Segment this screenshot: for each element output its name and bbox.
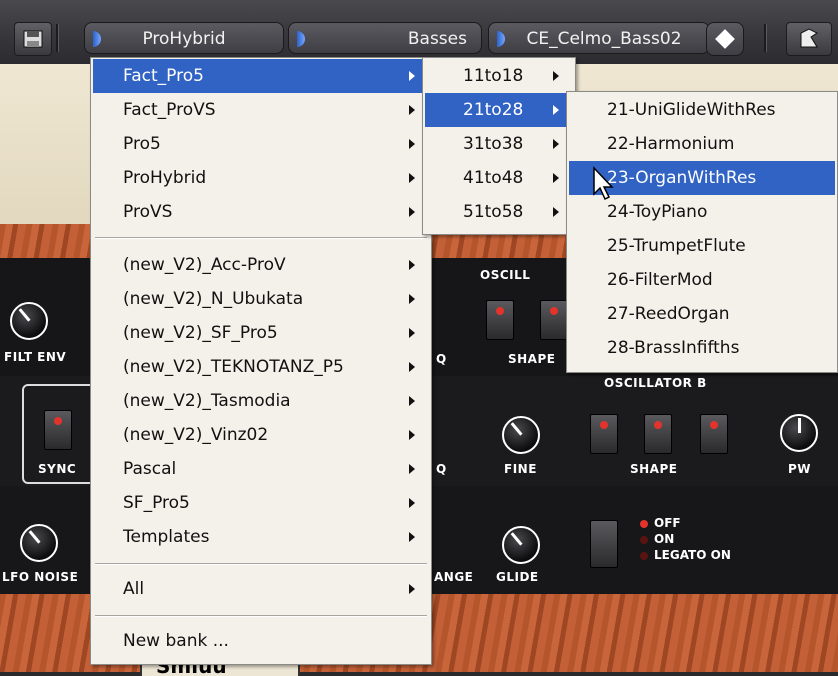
browse-icon[interactable] — [786, 22, 832, 56]
submenu-arrow-icon — [409, 396, 415, 406]
osc-b-shape-label: SHAPE — [630, 462, 678, 476]
range-menu-item[interactable]: 41to48 — [425, 161, 573, 195]
range-menu-item[interactable]: 31to38 — [425, 127, 573, 161]
glide-knob[interactable] — [502, 526, 540, 564]
submenu-arrow-icon — [409, 362, 415, 372]
submenu-arrow-icon — [409, 207, 415, 217]
preset-menu-item[interactable]: 21-UniGlideWithRes — [569, 93, 835, 127]
fine-knob[interactable] — [502, 416, 540, 454]
bank-menu-item[interactable]: Pro5 — [93, 127, 429, 161]
osc-a-label: OSCILL — [480, 268, 531, 282]
user-bank-menu-item[interactable]: (new_V2)_N_Ubukata — [93, 282, 429, 316]
user-bank-menu-item[interactable]: SF_Pro5 — [93, 486, 429, 520]
range-menu-item[interactable]: 11to18 — [425, 59, 573, 93]
preset-menu-item[interactable]: 25-TrumpetFlute — [569, 229, 835, 263]
osc-a-shape-saw-switch[interactable] — [486, 300, 514, 340]
filt-env-label: FILT ENV — [4, 350, 67, 364]
bank-menu-item[interactable]: ProHybrid — [93, 161, 429, 195]
preset-toolbar: ProHybrid Basses CE_Celmo_Bass02 — [0, 0, 838, 65]
submenu-arrow-icon — [409, 498, 415, 508]
preset-selector-label: CE_Celmo_Bass02 — [526, 29, 682, 49]
submenu-arrow-icon — [409, 430, 415, 440]
preset-menu-item[interactable]: 22-Harmonium — [569, 127, 835, 161]
submenu-arrow-icon — [409, 105, 415, 115]
mouse-pointer-icon — [593, 166, 614, 201]
glide-mode-off: OFF — [640, 516, 681, 530]
menu-separator — [95, 237, 427, 239]
preset-menu-item[interactable]: 26-FilterMod — [569, 263, 835, 297]
submenu-arrow-icon — [409, 260, 415, 270]
osc-a-shape-label: SHAPE — [508, 352, 556, 366]
user-bank-menu-item[interactable]: (new_V2)_Acc-ProV — [93, 248, 429, 282]
pw-label: PW — [788, 462, 812, 476]
osc-b-shape-saw-switch[interactable] — [590, 414, 618, 454]
lfo-noise-knob[interactable] — [20, 524, 58, 562]
bank-menu-item[interactable]: Fact_ProVS — [93, 93, 429, 127]
user-bank-menu-item[interactable]: Pascal — [93, 452, 429, 486]
user-bank-menu-item[interactable]: (new_V2)_TEKNOTANZ_P5 — [93, 350, 429, 384]
user-bank-menu-item[interactable]: (new_V2)_Tasmodia — [93, 384, 429, 418]
preset-menu-item[interactable]: 28-BrassInfifths — [569, 331, 835, 365]
submenu-arrow-icon — [553, 207, 559, 217]
pw-knob[interactable] — [780, 414, 818, 452]
range-submenu: 11to18 21to28 31to38 41to48 51to58 — [422, 57, 576, 235]
submenu-arrow-icon — [553, 71, 559, 81]
menu-separator — [95, 563, 427, 565]
osc-b-label: OSCILLATOR B — [604, 376, 707, 390]
save-preset-icon[interactable] — [14, 22, 52, 56]
bank-menu: Fact_Pro5 Fact_ProVS Pro5 ProHybrid ProV… — [90, 57, 432, 665]
category-selector[interactable]: Basses — [288, 22, 482, 54]
submenu-arrow-icon — [409, 139, 415, 149]
fine-label: FINE — [504, 462, 537, 476]
sync-switch[interactable] — [44, 410, 72, 450]
submenu-arrow-icon — [553, 173, 559, 183]
menu-separator — [95, 615, 427, 617]
new-bank-menu-item[interactable]: New bank ... — [93, 624, 429, 658]
q-label: Q — [436, 352, 447, 366]
q2-label: Q — [436, 462, 447, 476]
all-banks-menu-item[interactable]: All — [93, 572, 429, 606]
toolbar-separator — [56, 24, 59, 52]
bank-menu-item[interactable]: ProVS — [93, 195, 429, 229]
submenu-arrow-icon — [409, 294, 415, 304]
preset-menu-item[interactable]: 27-ReedOrgan — [569, 297, 835, 331]
toolbar-separator — [764, 24, 767, 52]
sync-label: SYNC — [38, 462, 77, 476]
filt-env-knob[interactable] — [10, 302, 48, 340]
bank-selector[interactable]: ProHybrid — [84, 22, 284, 54]
bank-selector-label: ProHybrid — [142, 29, 226, 49]
submenu-arrow-icon — [409, 173, 415, 183]
bank-menu-item[interactable]: Fact_Pro5 — [93, 59, 429, 93]
range-label: ANGE — [434, 570, 474, 584]
user-bank-menu-item[interactable]: (new_V2)_Vinz02 — [93, 418, 429, 452]
osc-b-shape-tri-switch[interactable] — [644, 414, 672, 454]
submenu-arrow-icon — [409, 328, 415, 338]
osc-b-shape-pulse-switch[interactable] — [700, 414, 728, 454]
glide-mode-legato: LEGATO ON — [640, 548, 731, 562]
category-selector-label: Basses — [407, 29, 467, 49]
submenu-arrow-icon — [553, 105, 559, 115]
submenu-arrow-icon — [409, 584, 415, 594]
submenu-arrow-icon — [409, 532, 415, 542]
preset-up-down-icon[interactable] — [706, 22, 744, 56]
osc-a-shape-pulse-switch[interactable] — [540, 300, 568, 340]
submenu-arrow-icon — [553, 139, 559, 149]
user-bank-menu-item[interactable]: (new_V2)_SF_Pro5 — [93, 316, 429, 350]
lfo-noise-label: LFO NOISE — [2, 570, 79, 584]
range-menu-item[interactable]: 51to58 — [425, 195, 573, 229]
range-menu-item[interactable]: 21to28 — [425, 93, 573, 127]
preset-selector[interactable]: CE_Celmo_Bass02 — [488, 22, 710, 54]
category-selector-indicator — [297, 31, 305, 47]
glide-mode-switch[interactable] — [590, 520, 618, 568]
glide-mode-on: ON — [640, 532, 674, 546]
submenu-arrow-icon — [409, 71, 415, 81]
glide-label: GLIDE — [496, 570, 539, 584]
submenu-arrow-icon — [409, 464, 415, 474]
preset-submenu: 21-UniGlideWithRes 22-Harmonium 23-Organ… — [566, 91, 838, 373]
user-bank-menu-item[interactable]: Templates — [93, 520, 429, 554]
